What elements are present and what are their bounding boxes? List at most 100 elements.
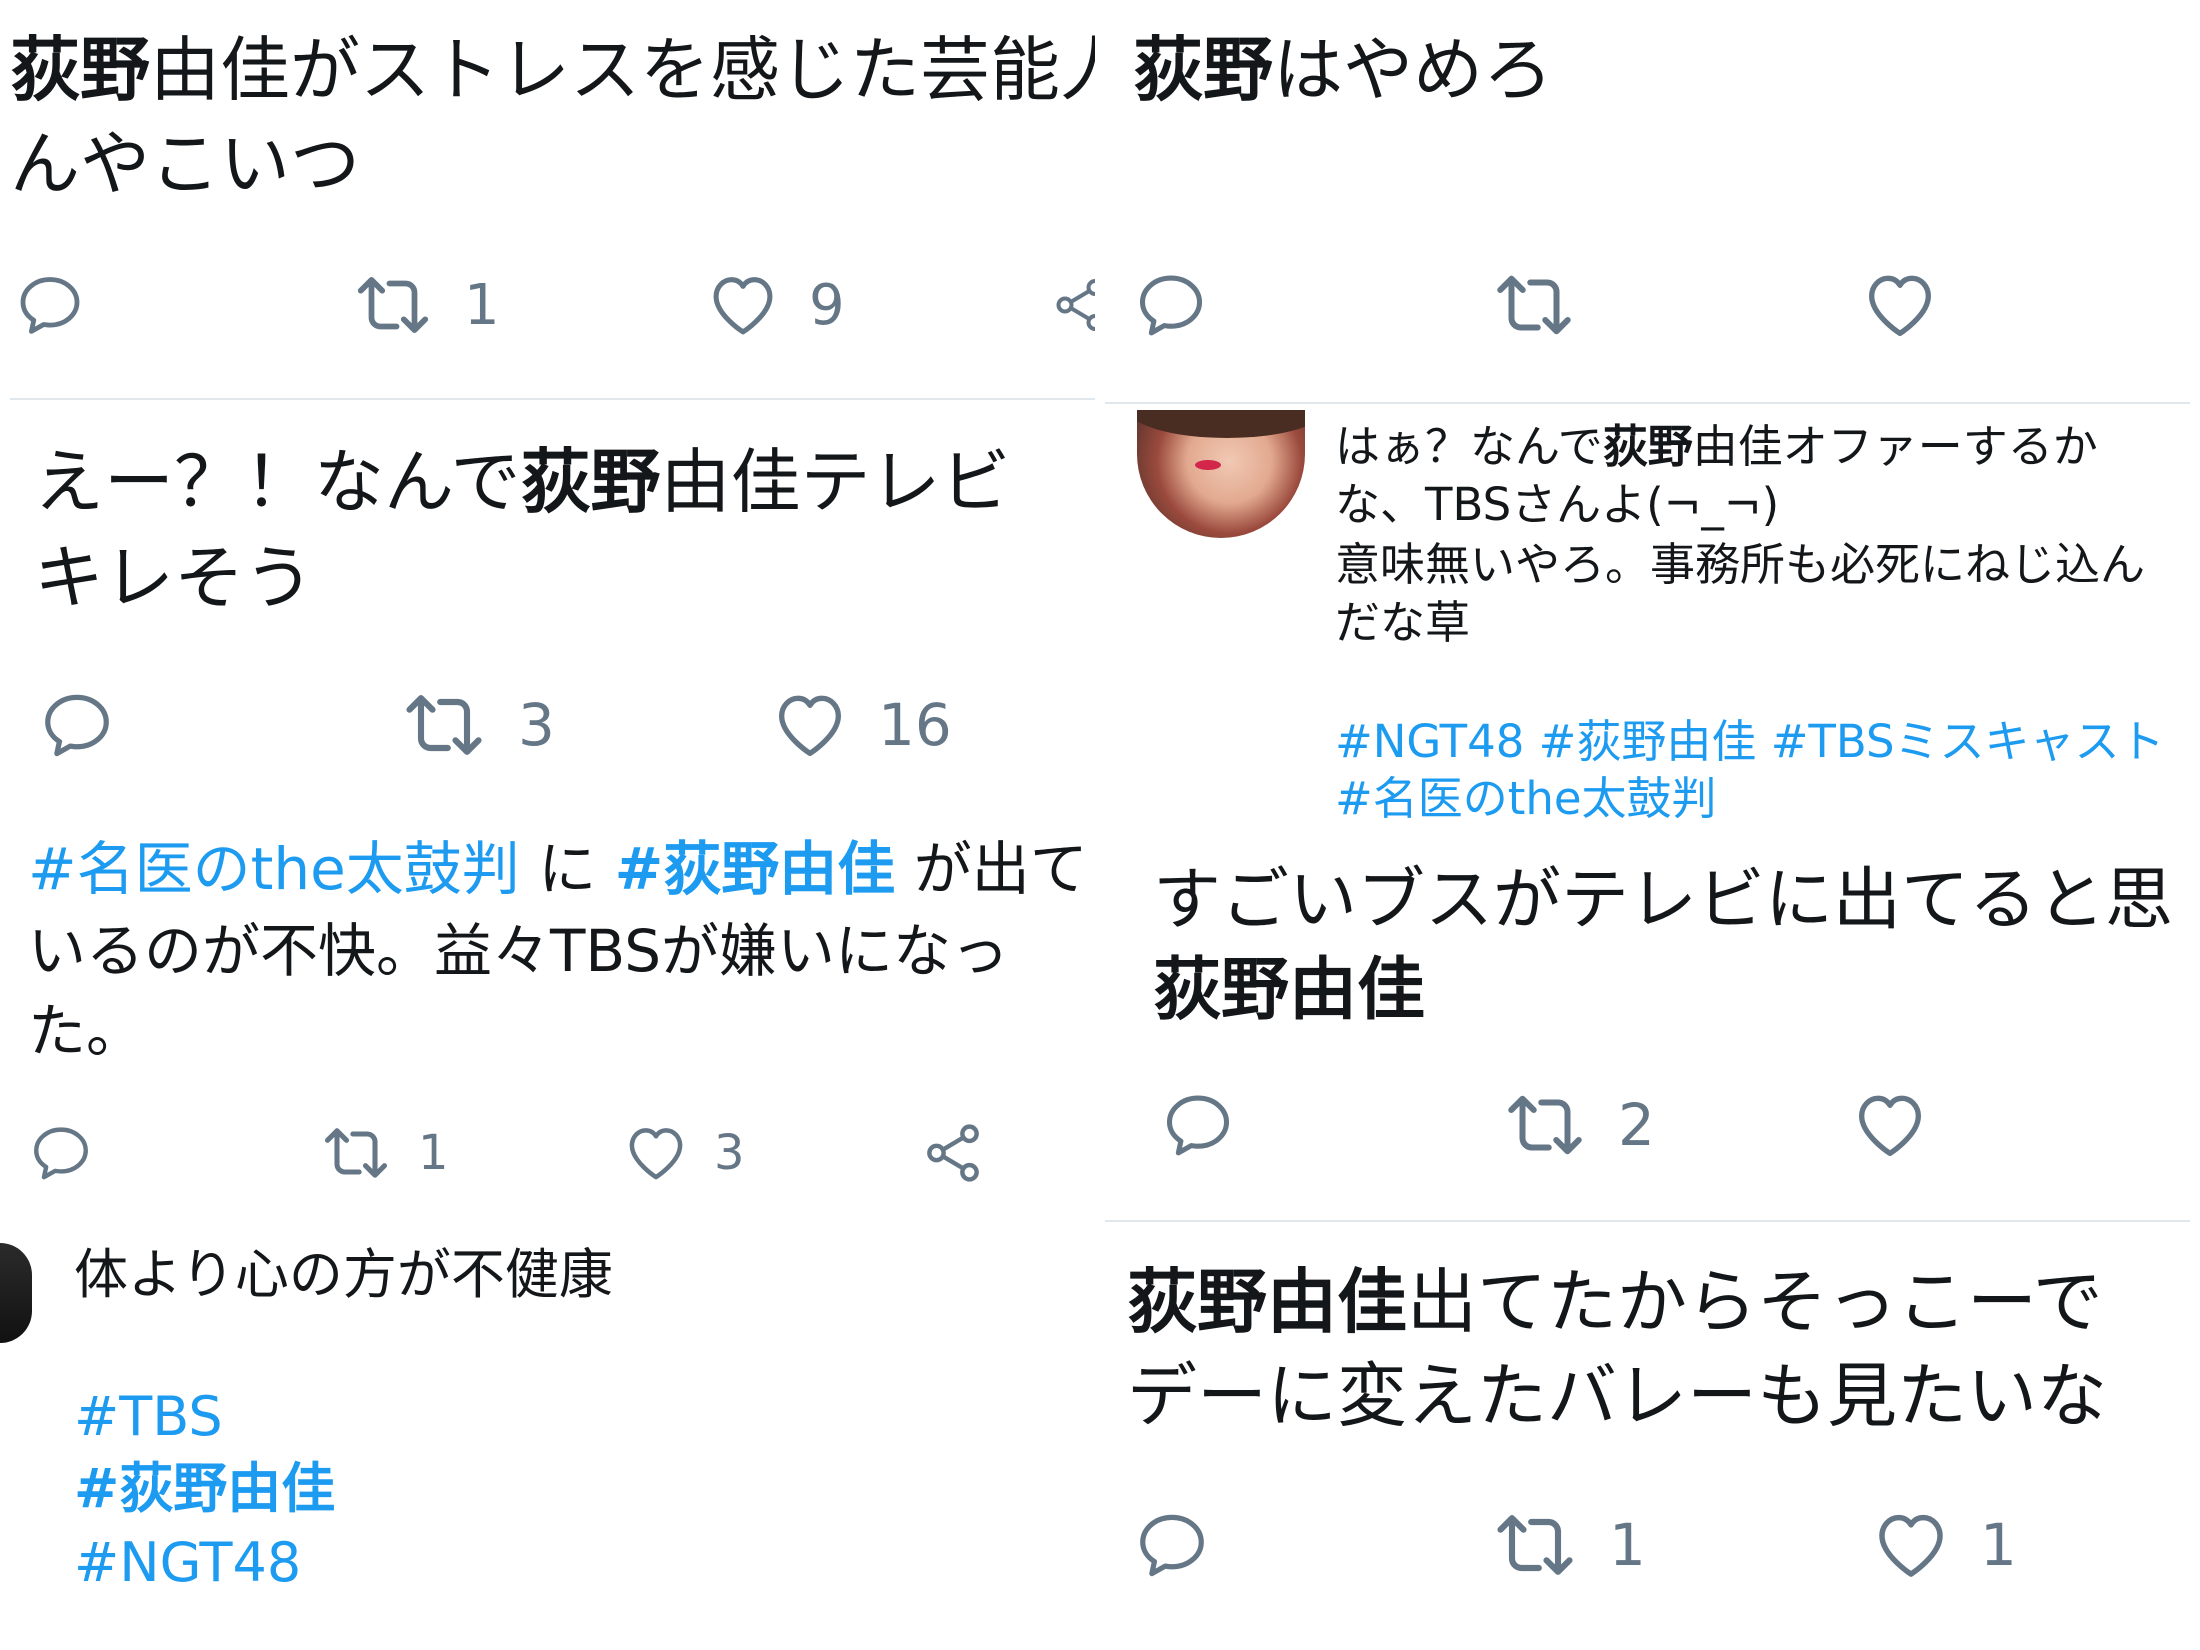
like-button[interactable] [1860,265,1940,345]
reply-icon [14,269,86,341]
hashtag-link[interactable]: #荻野由佳 [74,1457,335,1522]
tweet-1-line2: んやこいつ [10,123,360,205]
tweet-4-line4: だな草 [1335,596,1471,649]
retweet-button[interactable]: 3 [398,685,555,765]
retweet-icon [318,1115,394,1191]
tweet-7[interactable]: 体より心の方が不健康 #TBS #荻野由佳 #NGT48 [0,1225,1100,1650]
tweet-4-line1-rest: 由佳オファーするか [1692,420,2098,473]
tweet-1-line1: 由佳がストレスを感じた芸能人 [150,29,1095,111]
avatar[interactable] [1137,410,1305,538]
tweet-5-line2: いるのが不快。益々TBSが嫌いになっ [28,917,1010,985]
tweet-8-actions: 1 1 [1105,1505,2200,1585]
tweet-5-connector: に [519,835,615,903]
tweet-6-actions: 2 [1105,1085,2200,1165]
tweet-2-line1: はやめろ [1273,29,1553,111]
tweet-7-line1: 体より心の方が不健康 [74,1243,613,1306]
reply-icon [1160,1087,1236,1163]
tweet-8[interactable]: 荻野由佳出てたからそっこーで デーに変えたバレーも見たいな 1 1 [1105,1230,2200,1650]
tweet-3-line1-rest: 由佳テレビ [660,441,1011,523]
heart-icon [705,267,781,343]
reply-icon [1133,267,1209,343]
retweet-button[interactable]: 2 [1500,1085,1655,1165]
reply-icon [28,1120,94,1186]
tweet-8-line1: 荻野由佳出てたからそっこーで [1127,1260,2103,1344]
like-button[interactable]: 9 [705,265,845,345]
tweet-4[interactable]: はぁ？なんで荻野由佳オファーするか な、TBSさんよ(¬_¬) 意味無いやろ。事… [1105,410,2200,820]
retweet-icon [1489,260,1579,350]
divider [10,398,1095,400]
tweet-4-line1: はぁ？なんで荻野由佳オファーするか [1335,420,2098,474]
retweet-count: 1 [1609,1511,1646,1579]
tweet-1-text: 荻野由佳がストレスを感じた芸能人 [10,28,1095,112]
like-button[interactable]: 3 [622,1113,745,1193]
tweet-5-line1: #名医のthe太鼓判 に #荻野由佳 が出て [28,835,1088,905]
tweet-8-line1-rest: 出てたからそっこーで [1407,1261,2103,1343]
hashtag-link[interactable]: #NGT48 [74,1531,301,1596]
reply-button[interactable] [1133,265,1209,345]
hashtag-link[interactable]: #荻野由佳 [615,835,896,903]
divider [1105,1220,2190,1222]
like-button[interactable] [1850,1085,1930,1165]
tweet-3-text: えー？！なんで荻野由佳テレビ [34,440,1011,524]
tweet-2-text: 荻野はやめろ [1133,28,1553,112]
hashtag-link[interactable]: #名医のthe太鼓判 [28,835,520,903]
like-button[interactable]: 16 [770,685,952,765]
retweet-count: 2 [1618,1091,1655,1159]
heart-icon [1860,265,1940,345]
tweet-1-actions: 1 9 [0,265,1095,345]
like-count: 16 [878,691,952,759]
avatar[interactable] [0,1243,32,1343]
reply-icon [38,686,116,764]
retweet-icon [398,679,490,771]
highlight-keyword: 荻野由佳 [1153,951,1426,1030]
avatar-hair [1137,410,1305,438]
tweet-6-line2: 荻野由佳 [1153,950,1425,1032]
tweet-5[interactable]: #名医のthe太鼓判 に #荻野由佳 が出て いるのが不快。益々TBSが嫌いにな… [0,815,1100,1215]
highlight-keyword: 荻野 [1133,29,1273,111]
retweet-button[interactable]: 1 [350,265,500,345]
retweet-button[interactable]: 1 [1489,1505,1646,1585]
like-count: 3 [714,1125,745,1181]
tweet-8-line2: デーに変えたバレーも見たいな [1127,1355,2107,1437]
tweet-4-line3: 意味無いやろ。事務所も必死にねじ込ん [1335,538,2146,591]
reply-button[interactable] [38,685,116,765]
share-button[interactable] [1050,265,1095,345]
retweet-icon [1489,1499,1581,1591]
highlight-keyword: 荻野 [520,441,661,523]
tweet-3[interactable]: えー？！なんで荻野由佳テレビ キレそう 3 16 [0,410,1095,810]
highlight-keyword: 荻野 [1602,420,1693,473]
reply-button[interactable] [1160,1085,1236,1165]
retweet-icon [1500,1080,1590,1170]
avatar-lips [1195,460,1221,470]
tweet-3-line1-a: えー？！なんで [34,441,521,523]
tweet-6-line1: すごいブスがテレビに出てると思 [1153,861,2174,940]
retweet-button[interactable]: 1 [318,1113,449,1193]
share-icon [1050,275,1095,335]
tweet-1[interactable]: 荻野由佳がストレスを感じた芸能人 んやこいつ 1 9 [0,0,1095,405]
retweet-count: 3 [518,691,555,759]
like-count: 1 [1980,1511,2017,1579]
retweet-button[interactable] [1489,265,1579,345]
reply-icon [1133,1506,1211,1584]
tweet-4-line1-a: はぁ？なんで [1335,420,1603,473]
reply-button[interactable] [28,1113,94,1193]
tweet-6[interactable]: すごいブスがテレビに出てると思 荻野由佳 2 [1105,830,2200,1225]
tweet-5-line3: た。 [28,997,145,1065]
tweet-3-actions: 3 16 [0,685,1095,765]
reply-button[interactable] [14,265,86,345]
share-button[interactable] [920,1113,986,1193]
heart-icon [1850,1085,1930,1165]
like-button[interactable]: 1 [1870,1505,2017,1585]
heart-icon [770,685,850,765]
retweet-count: 1 [464,272,500,338]
retweet-icon [350,262,436,348]
tweet-2[interactable]: 荻野はやめろ [1105,0,2200,405]
hashtag-link[interactable]: #TBS [74,1385,223,1450]
tweet-4-hashtag[interactable]: #名医のthe太鼓判 [1335,772,1717,820]
share-icon [920,1120,986,1186]
tweet-4-hashtags[interactable]: #NGT48 #荻野由佳 #TBSミスキャスト [1335,715,2165,769]
heart-icon [1870,1504,1952,1586]
tweet-2-actions [1105,265,2200,345]
reply-button[interactable] [1133,1505,1211,1585]
tweet-3-line2: キレそう [34,537,314,619]
